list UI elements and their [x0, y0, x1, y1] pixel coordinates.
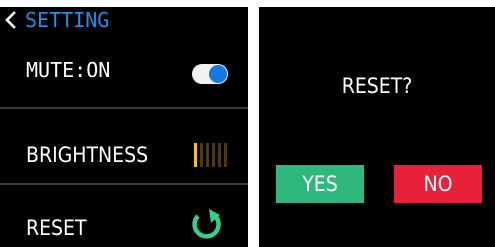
settings-header: SETTING [0, 7, 248, 33]
brightness-label: BRIGHTNESS [26, 143, 149, 167]
brightness-level-bar [200, 143, 203, 167]
toggle-knob [209, 65, 227, 83]
mute-toggle[interactable] [192, 64, 228, 84]
brightness-level-bar [194, 143, 197, 167]
brightness-level-bar [206, 143, 209, 167]
reset-label: RESET [26, 216, 87, 240]
reset-confirm-screen: RESET? YES NO [259, 7, 495, 247]
brightness-setting-row[interactable]: BRIGHTNESS [0, 109, 248, 183]
mute-label: MUTE:ON [26, 58, 111, 82]
reset-refresh-icon[interactable] [189, 206, 223, 242]
brightness-level-bar [218, 143, 221, 167]
brightness-level-bar [224, 143, 227, 167]
settings-screen: SETTING MUTE:ON BRIGHTNESS RESET [0, 7, 248, 247]
brightness-level-indicator[interactable] [194, 143, 234, 167]
yes-button[interactable]: YES [276, 165, 364, 203]
no-button[interactable]: NO [394, 165, 482, 203]
reset-question: RESET? [341, 74, 413, 98]
reset-setting-row[interactable]: RESET [0, 185, 248, 247]
page-title: SETTING [25, 8, 110, 32]
mute-setting-row[interactable]: MUTE:ON [0, 35, 248, 107]
back-chevron-icon[interactable] [4, 11, 16, 29]
brightness-level-bar [212, 143, 215, 167]
